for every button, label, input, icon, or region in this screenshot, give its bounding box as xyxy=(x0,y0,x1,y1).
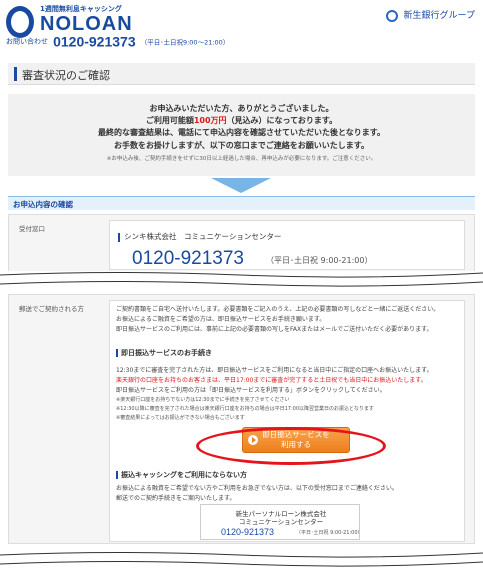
note-1: ※楽天銀行口座をお持ちでない方は12:30までに手続きを完了させてください xyxy=(116,397,290,403)
same-day-heading: 即日振込サービスのお手続き xyxy=(116,348,212,358)
company-accent xyxy=(118,232,120,242)
limit-text: ご利用可能額100万円（見込み）になっております。 xyxy=(8,115,475,126)
intro-text-3: 即日振込サービスのご利用には、事前に上記の必要書類の写しをFAXまたはメールでご… xyxy=(116,326,433,333)
reapply-note: ※お申込み後、ご契約手続きをせずに30日以上経過した場合、再申込みが必要になりま… xyxy=(106,156,377,162)
no-transfer-title: 振込キャッシングをご利用にならない方 xyxy=(121,471,247,479)
thanks-text: お申込みいただいた方、ありがとうございました。 xyxy=(149,104,334,113)
same-day-text-1: 12:30までに審査を完了された方は、即日振込サービスをご利用になると当日中にご… xyxy=(116,367,433,374)
limit-pre: ご利用可能額 xyxy=(145,116,194,125)
section-title: お申込内容の確認 xyxy=(13,200,73,209)
highlight-circle xyxy=(196,427,386,465)
card-center: コミュニケーションセンター xyxy=(238,518,324,526)
card-phone[interactable]: 0120-921373 xyxy=(221,527,274,537)
card-hours: （平日･土日祝 9:00-21:00） xyxy=(296,530,363,536)
page-break-wave xyxy=(0,271,483,287)
group-name: 新生銀行グループ xyxy=(403,11,475,21)
contact-card: 新生パーソナルローン株式会社 コミュニケーションセンター 0120-921373… xyxy=(200,504,363,540)
down-arrow-icon xyxy=(211,178,271,193)
page-break-wave-bottom xyxy=(0,551,483,567)
heading-accent xyxy=(116,349,118,357)
limit-amount: 100万円 xyxy=(193,116,227,125)
page-title-bar: 審査状況のご確認 xyxy=(8,63,475,85)
same-day-title: 即日振込サービスのお手続き xyxy=(121,349,212,357)
reception-phone[interactable]: 0120-921373 xyxy=(132,248,244,270)
page-title: 審査状況のご確認 xyxy=(22,69,110,82)
site-header: 1週間無利息キャッシング NOLOAN お問い合わせ 0120-921373 （… xyxy=(0,0,483,52)
rakuten-notice: 楽天銀行の口座をお持ちのお客さまは、平日17:00までに審査が完了すると土日祝で… xyxy=(116,377,427,384)
reception-label: 受付窓口 xyxy=(19,225,45,233)
result-message: お申込みいただいた方、ありがとうございました。 ご利用可能額100万円（見込み）… xyxy=(8,94,475,176)
note-2: ※12:30以降に審査を完了された場合は楽天銀行口座をお持ちの場合は平日17:0… xyxy=(116,406,374,412)
limit-post: （見込み）になっております。 xyxy=(226,116,338,125)
same-day-text-3: 即日振込サービスをご利用の方は「即日振込サービスを利用する」ボタンをクリックして… xyxy=(116,387,386,394)
shinsei-group-icon xyxy=(385,9,398,22)
contact-request-text: お手数をお掛けしますが、以下の窓口までご連絡をお願いいたします。 xyxy=(113,141,370,150)
title-accent xyxy=(14,67,17,81)
review-text: 最終的な審査結果は、電話にて申込内容を確認させていただいた後となります。 xyxy=(98,128,385,137)
section-header: お申込内容の確認 xyxy=(8,196,475,210)
note-3: ※審査結果によってはお振込ができない場合もございます xyxy=(116,415,245,421)
contact-hours: （平日･土日祝9:00〜21:00） xyxy=(140,38,230,47)
mail-contract-label: 郵送でご契約される方 xyxy=(19,305,84,313)
company-name: シンキ株式会社 コミュニケーションセンター xyxy=(124,232,282,241)
reception-row: 受付窓口 シンキ株式会社 コミュニケーションセンター 0120-921373 （… xyxy=(8,214,475,274)
reception-content: シンキ株式会社 コミュニケーションセンター 0120-921373 （平日･土日… xyxy=(109,220,465,270)
contact-phone: 0120-921373 xyxy=(53,33,136,50)
intro-text-1: ご契約書類をご自宅へ送付いたします。必要書類をご記入のうえ、上記の必要書類の写し… xyxy=(116,306,440,313)
shinsei-group-logo[interactable]: 新生銀行グループ xyxy=(385,8,475,22)
reception-company: シンキ株式会社 コミュニケーションセンター xyxy=(118,231,281,242)
intro-text-2: お振込によるご融資をご希望の方は、即日振込サービスをお手続き願います。 xyxy=(116,316,326,323)
no-transfer-text-1: お振込による融資をご希望でない方やご利用をお急ぎでない方は、以下の受付窓口までご… xyxy=(116,485,398,492)
header-contact: お問い合わせ 0120-921373 （平日･土日祝9:00〜21:00） xyxy=(6,31,229,50)
heading-accent xyxy=(116,471,118,479)
no-transfer-heading: 振込キャッシングをご利用にならない方 xyxy=(116,470,247,480)
contact-label: お問い合わせ xyxy=(6,37,48,46)
reception-hours: （平日･土日祝 9:00-21:00） xyxy=(266,256,373,265)
no-transfer-text-2: 郵送でのご契約手続きをご案内いたします。 xyxy=(116,495,236,502)
